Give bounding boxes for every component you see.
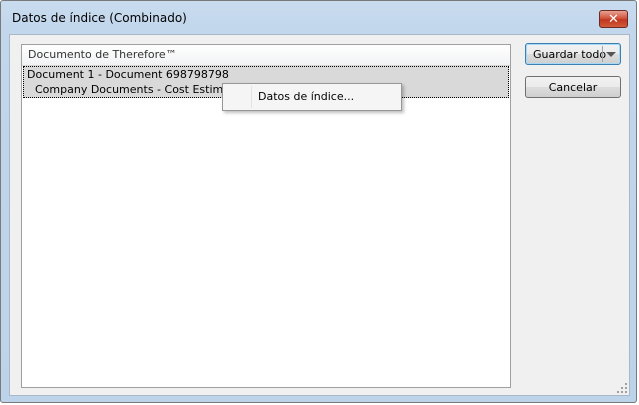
menu-item-label: Datos de índice... [258,90,355,103]
chevron-down-icon[interactable] [606,52,616,57]
title-bar[interactable]: Datos de índice (Combinado) ✕ [1,1,636,33]
split-divider [602,46,603,62]
close-button[interactable]: ✕ [599,10,628,28]
save-all-label: Guardar todo [533,47,607,61]
context-menu: Datos de índice... [222,83,402,111]
list-column-header[interactable]: Documento de Therefore™ [22,45,510,66]
window-title: Datos de índice (Combinado) [12,11,187,25]
save-all-button[interactable]: Guardar todo [525,43,621,65]
dialog-window: Datos de índice (Combinado) ✕ Documento … [0,0,637,403]
resize-grip-icon[interactable] [617,383,627,393]
cancel-button[interactable]: Cancelar [525,76,621,98]
document-row-title: Document 1 - Document 698798798 [27,68,229,81]
close-icon: ✕ [608,11,619,27]
menu-item-index-data[interactable]: Datos de índice... [225,86,399,108]
cancel-label: Cancelar [548,80,598,94]
